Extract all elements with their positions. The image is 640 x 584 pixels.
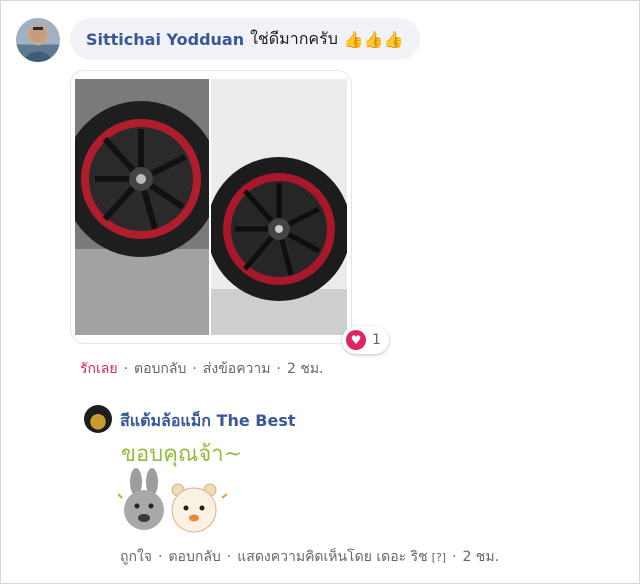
thumbs-up-icon: 👍👍👍 [343,29,404,49]
wheel-photo-right[interactable] [211,79,347,335]
commented-by-label[interactable]: แสดงความคิดเห็นโดย เดอะ ริช [237,546,427,568]
separator-dot: · [123,361,129,377]
comment-bubble: Sittichai Yodduan ใช่ดีมากครับ 👍👍👍 [70,18,420,60]
reply-button[interactable]: ตอบกลับ [134,358,186,380]
separator-dot: · [226,549,232,565]
separator-dot: · [158,549,163,565]
sticker-caption: ขอบคุณจ้า~ [121,442,243,467]
reply-button[interactable]: ตอบกลับ [168,546,220,568]
help-badge[interactable]: [?] [432,551,446,564]
separator-dot: · [452,549,457,565]
thank-you-sticker [117,468,228,538]
avatar[interactable] [16,18,60,62]
comment-timestamp[interactable]: 2 ชม. [287,358,324,380]
love-button[interactable]: รักเลย [80,358,118,380]
reply-author[interactable]: สีแต้มล้อแม็ก The Best [120,409,296,434]
separator-dot: · [276,361,281,377]
send-message-button[interactable]: ส่งข้อความ [203,358,271,380]
heart-icon: ♥ [346,330,366,350]
reply-actions: ถูกใจ · ตอบกลับ · แสดงความคิดเห็นโดย เดอ… [120,546,499,568]
comment-text: ใช่ดีมากครับ [250,28,338,48]
reply-timestamp[interactable]: 2 ชม. [463,546,500,568]
like-button[interactable]: ถูกใจ [120,546,152,568]
separator-dot: · [192,361,197,377]
reaction-summary[interactable]: ♥ 1 [342,326,389,354]
reaction-count: 1 [372,332,381,348]
comment-author[interactable]: Sittichai Yodduan [86,30,244,49]
page-avatar[interactable] [84,405,112,433]
comment-photo-attachment[interactable] [70,70,352,344]
wheel-photo-left[interactable] [75,79,209,335]
comment-actions: รักเลย · ตอบกลับ · ส่งข้อความ · 2 ชม. [80,358,324,380]
